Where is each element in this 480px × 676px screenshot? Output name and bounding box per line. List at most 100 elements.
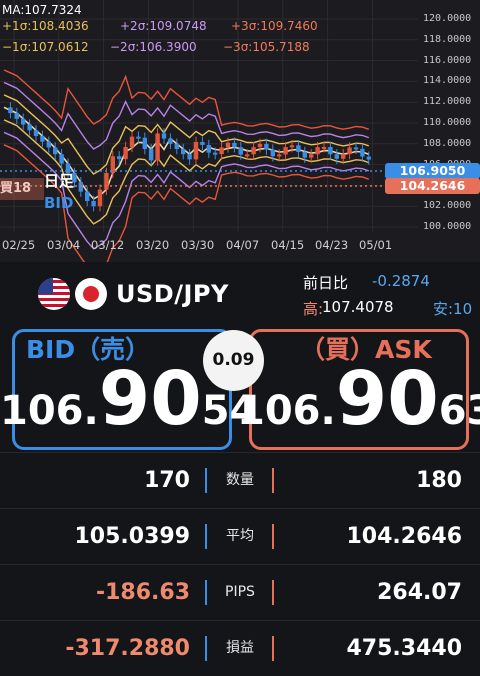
high-value: 107.4078 [322,298,394,316]
y-tick-label: 112.0000 [423,96,472,108]
candle-body [14,113,19,119]
x-tick-label: 02/25 [2,238,36,252]
row-left-value: -317.2880 [65,636,190,661]
candle-body [59,154,64,164]
position-row: 170 数量 180 [0,452,480,508]
candle-body [277,154,282,157]
row-label: 損益 [226,640,254,656]
candle-body [142,137,147,150]
candle-body [46,141,51,148]
y-tick-label: 108.0000 [423,137,472,149]
candle-body [334,154,339,159]
candle-body [353,147,359,150]
candle-body [97,189,103,207]
x-tick-label: 03/20 [136,238,170,252]
bid-price-big: 90 [98,356,202,442]
ask-price-tag: 104.2646 [385,178,480,194]
candle-body [309,154,314,158]
row-right-value: 475.3440 [346,636,462,661]
side-label[interactable]: BID [44,194,73,212]
timeframe-label[interactable]: 日足 [44,170,74,191]
y-tick-label: 110.0000 [423,117,472,128]
candle-body [104,172,109,190]
candle-body [232,142,237,148]
x-tick-label: 03/30 [181,238,215,252]
y-tick-label: 116.0000 [423,54,472,66]
row-label: 平均 [226,528,254,544]
low-label: 安:10 [433,300,473,318]
candle-body [219,147,224,155]
candle-body [206,144,211,153]
y-tick-label: 102.0000 [423,200,472,212]
candle-body [257,143,263,148]
candle-body [181,149,186,155]
row-right-value: 180 [416,468,462,493]
candle-body [283,147,288,155]
legend-minus3: −3σ:105.7188 [223,40,310,54]
prev-day-label: 前日比 [303,274,349,292]
candle-body [347,147,352,155]
candle-body [328,146,333,155]
x-tick-label: 03/12 [91,238,125,252]
candle-body [213,152,218,155]
row-left-value: 105.0399 [74,524,190,549]
position-label: 買18 [0,178,44,200]
candle-body [360,148,365,157]
x-tick-label: 04/23 [315,238,349,252]
candle-body [225,142,231,148]
row-right-value: 264.07 [377,580,462,605]
candle-body [200,141,205,145]
y-tick-label: 118.0000 [423,33,472,45]
candle-body [53,147,58,155]
price-chart[interactable]: MA:107.7324 +1σ:108.4036 +2σ:109.0748 +3… [0,0,480,262]
candle-body [155,133,160,161]
candle-body [27,124,32,131]
row-left-value: -186.63 [95,580,190,605]
candle-body [123,146,128,160]
ask-title: （買）ASK [300,335,432,364]
legend-ma: MA:107.7324 [2,3,82,17]
ask-price-clip: 106.9063 [237,362,480,444]
candle-body [21,118,26,125]
legend-plus2: +2σ:109.0748 [120,19,207,33]
row-divider-red [272,636,274,661]
bid-price-tag: 106.9050 [385,163,480,179]
ask-price: 106.9063 [237,362,480,436]
japan-flag-icon [75,278,107,310]
spread-badge: 0.09 [203,330,264,391]
pair-name[interactable]: USD/JPY [116,280,229,308]
candle-body [168,138,173,144]
row-label: PIPS [225,584,255,600]
candle-body [251,147,256,155]
candle-body [302,151,307,158]
ask-price-int: 106. [237,388,336,434]
x-tick-label: 05/01 [359,238,393,252]
candle-body [264,143,269,150]
candle-body [366,156,371,160]
bid-price-int: 106. [0,388,99,434]
candle-body [136,136,141,139]
candle-body [149,149,154,161]
candle-body [341,154,346,159]
position-row: -186.63 PIPS 264.07 [0,564,480,620]
candle-body [174,143,179,149]
x-tick-label: 04/07 [226,238,260,252]
row-divider-red [272,468,274,493]
row-divider-red [272,524,274,549]
high-label: 高: [303,300,324,318]
legend-minus2: −2σ:106.3900 [110,40,197,54]
y-tick-label: 114.0000 [423,75,472,87]
candle-body [161,133,167,139]
candle-body [315,147,320,155]
candle-body [187,154,192,160]
candle-body [193,141,199,160]
legend-minus1: −1σ:107.0612 [2,40,89,54]
candle-body [245,154,250,157]
candle-body [8,107,13,114]
candle-body [289,145,295,148]
candle-body [91,201,96,207]
candle-body [85,191,90,201]
y-tick-label: 120.0000 [423,13,472,24]
position-row: -317.2880 損益 475.3440 [0,620,480,676]
prev-day-value: -0.2874 [372,272,430,290]
